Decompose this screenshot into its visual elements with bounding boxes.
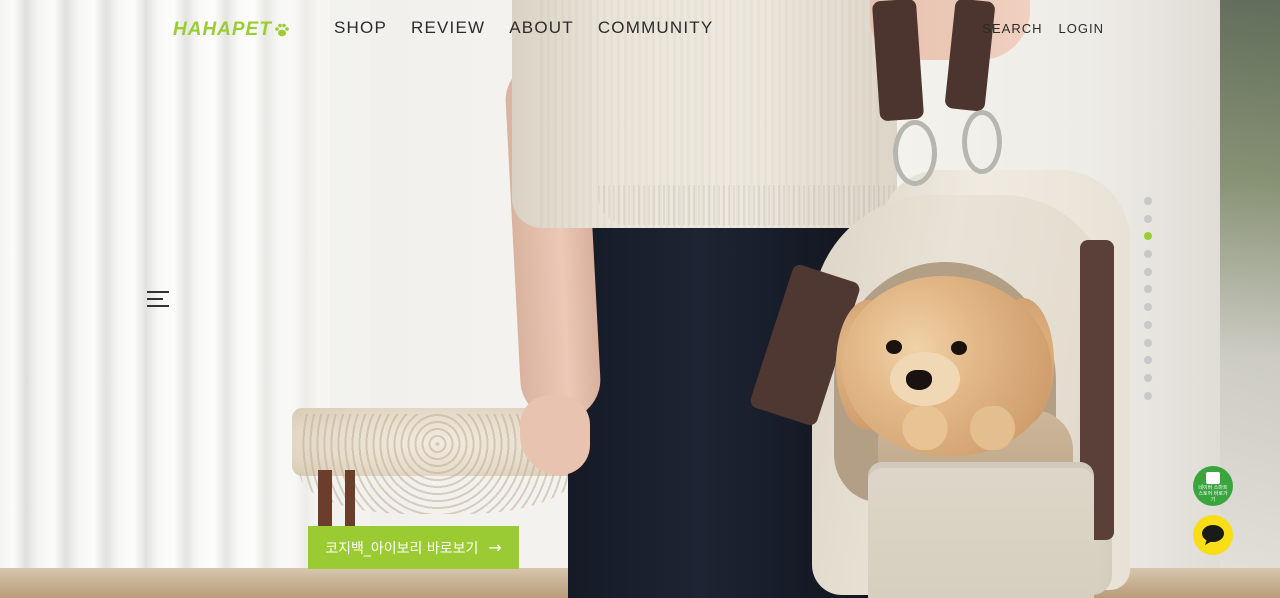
hero-background-image — [0, 0, 1280, 598]
slider-dot[interactable] — [1144, 232, 1152, 241]
shirt-hem — [598, 185, 898, 225]
search-link[interactable]: SEARCH — [982, 21, 1042, 36]
menu-toggle-button[interactable] — [147, 290, 169, 308]
naver-smartstore-button[interactable]: 네이버 스마트스토어 바로가기 — [1193, 466, 1233, 506]
slider-dot[interactable] — [1144, 373, 1152, 382]
slider-dot[interactable] — [1144, 303, 1152, 312]
hamburger-icon-line — [147, 298, 163, 300]
login-link[interactable]: LOGIN — [1059, 21, 1104, 36]
nav-item-community[interactable]: COMMUNITY — [598, 18, 714, 38]
view-product-button[interactable]: 코지백_아이보리 바로보기 → — [308, 526, 519, 569]
hamburger-icon-line — [147, 305, 169, 307]
utility-links: SEARCH LOGIN — [982, 21, 1104, 36]
cta-label: 코지백_아이보리 바로보기 — [325, 540, 479, 557]
naver-smartstore-label: 네이버 스마트스토어 바로가기 — [1198, 484, 1228, 503]
nav-item-about[interactable]: ABOUT — [509, 18, 574, 38]
dog-nose — [906, 370, 932, 390]
slider-dot[interactable] — [1144, 214, 1152, 223]
naver-smartstore-icon — [1206, 471, 1220, 484]
site-logo[interactable]: HAHAPET — [173, 19, 290, 40]
nav-item-review[interactable]: REVIEW — [411, 18, 485, 38]
main-nav: SHOP REVIEW ABOUT COMMUNITY — [334, 18, 713, 38]
person-hand — [520, 395, 590, 475]
slider-dot[interactable] — [1144, 250, 1152, 259]
bag-front-pocket — [868, 462, 1094, 598]
slider-dot[interactable] — [1144, 285, 1152, 294]
logo-text: HAHAPET — [173, 19, 272, 40]
dog-eye — [886, 340, 902, 354]
kakao-talk-button[interactable] — [1193, 515, 1233, 555]
dog-eye — [951, 341, 967, 355]
slider-dot[interactable] — [1144, 338, 1152, 347]
dog-paws — [880, 406, 1030, 450]
slider-dot[interactable] — [1144, 267, 1152, 276]
kakao-talk-icon — [1202, 525, 1224, 545]
slider-pagination — [1144, 197, 1152, 409]
slider-dot[interactable] — [1144, 391, 1152, 400]
bag-ring — [962, 110, 1002, 174]
slider-dot[interactable] — [1144, 356, 1152, 365]
nav-item-shop[interactable]: SHOP — [334, 18, 387, 38]
bag-strap — [871, 0, 925, 122]
hamburger-icon-line — [147, 291, 169, 293]
slider-dot[interactable] — [1144, 320, 1152, 329]
bag-ring — [893, 120, 937, 186]
paw-icon — [275, 23, 289, 37]
window-right — [1220, 0, 1280, 598]
arrow-right-icon: → — [488, 538, 502, 557]
slider-dot[interactable] — [1144, 197, 1152, 205]
